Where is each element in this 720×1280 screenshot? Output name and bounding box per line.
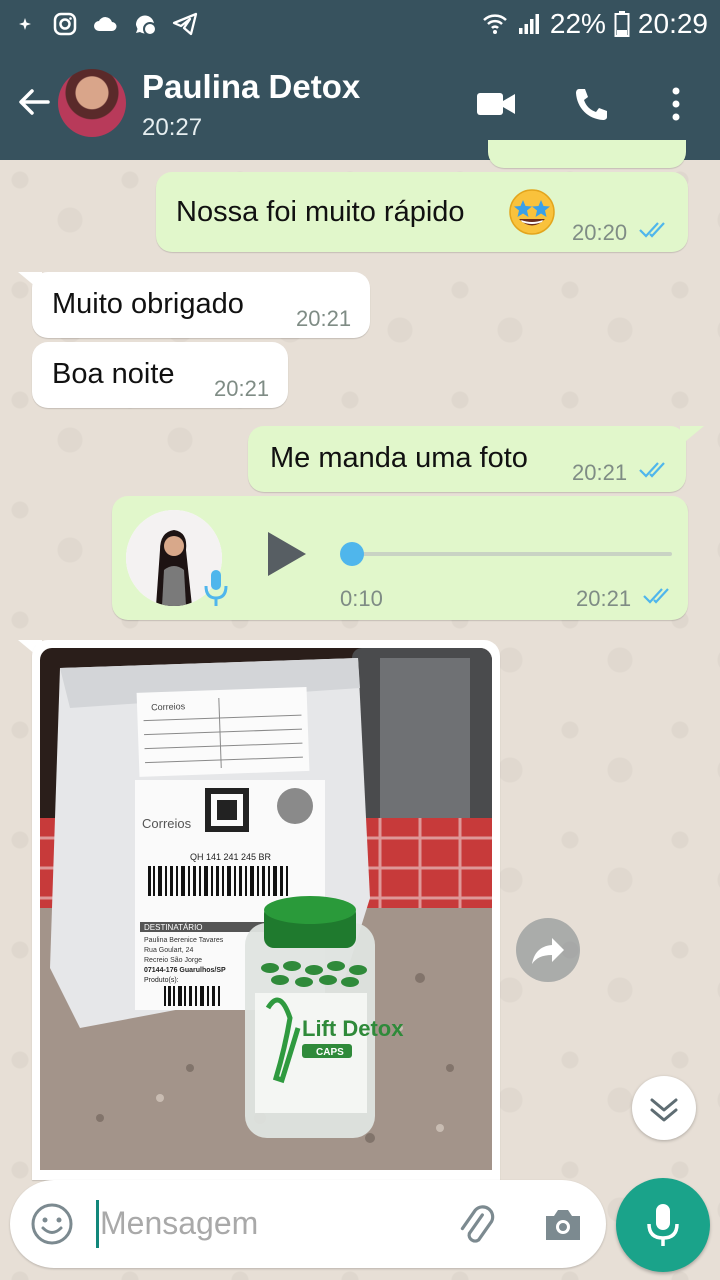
message-time: 20:21 [576, 586, 632, 611]
voice-duration: 0:10 [340, 586, 383, 611]
contact-name[interactable]: Paulina Detox [142, 68, 360, 106]
message-time: 20:21 [296, 306, 352, 331]
cloud-icon [94, 17, 117, 31]
signal-icon [518, 14, 539, 34]
image-message-bubble[interactable]: Correios Correios QH 141 241 245 BR DEST… [32, 640, 500, 1180]
message-bubble[interactable]: Me manda uma foto 20:21 [248, 426, 686, 492]
notification-icons [12, 8, 198, 40]
emoji-icon[interactable] [30, 1202, 74, 1246]
read-ticks-icon [639, 222, 665, 238]
scroll-to-bottom-button[interactable] [632, 1076, 696, 1140]
recipient-cep-city: 07144-176 Guarulhos/SP [144, 967, 226, 974]
status-bar: 22% 20:29 [0, 0, 720, 48]
bottle-sub: CAPS [316, 1047, 344, 1058]
read-ticks-icon [643, 588, 669, 604]
previous-message-bubble[interactable] [488, 140, 686, 168]
recipient-address-2: Recreio São Jorge [144, 957, 202, 964]
battery-icon [614, 11, 630, 37]
message-time: 20:21 [572, 460, 628, 485]
voice-record-button[interactable] [616, 1178, 710, 1272]
system-status: 22% 20:29 [482, 4, 708, 44]
whatsapp-business-icon [135, 15, 157, 36]
label-logo-small: Correios [151, 701, 186, 712]
star-struck-emoji [509, 189, 555, 235]
recipient-address-1: Rua Goulart, 24 [144, 947, 194, 954]
double-chevron-down-icon [650, 1098, 678, 1122]
forward-icon [532, 938, 564, 964]
text-cursor [96, 1200, 99, 1248]
voice-message-bubble[interactable]: 0:10 20:21 [112, 496, 688, 620]
message-input[interactable]: Mensagem [100, 1205, 258, 1242]
bubble-tail [18, 272, 42, 292]
clock: 20:29 [637, 8, 708, 39]
more-vert-icon[interactable] [654, 84, 698, 124]
mic-icon [204, 570, 228, 606]
message-text: Nossa foi muito rápido [176, 196, 465, 228]
battery-percent: 22% [549, 8, 606, 39]
message-time: 20:21 [214, 376, 270, 401]
voice-progress-track[interactable] [350, 552, 672, 556]
bottle-brand: Lift Detox [302, 1016, 404, 1041]
play-button[interactable] [264, 530, 308, 578]
read-ticks-icon [639, 462, 665, 478]
telegram-icon [172, 12, 198, 36]
back-arrow-icon[interactable] [14, 82, 54, 122]
instagram-icon [53, 12, 77, 36]
bubble-tail [680, 426, 704, 446]
wifi-icon [483, 14, 507, 34]
video-call-icon[interactable] [474, 84, 518, 124]
label-logo: Correios [142, 816, 192, 831]
message-text: Boa noite [52, 358, 175, 390]
last-seen: 20:27 [142, 114, 203, 141]
attach-icon[interactable] [454, 1202, 500, 1248]
message-bubble[interactable]: Nossa foi muito rápido 20:20 [156, 172, 688, 252]
message-text: Muito obrigado [52, 288, 244, 320]
recipient-header: DESTINATÁRIO [144, 923, 203, 932]
phone-icon[interactable] [570, 84, 614, 124]
recipient-name: Paulina Berenice Tavares [144, 937, 224, 944]
message-bubble[interactable]: Muito obrigado 20:21 [32, 272, 370, 338]
shared-photo[interactable]: Correios Correios QH 141 241 245 BR DEST… [40, 648, 492, 1170]
message-text: Me manda uma foto [270, 442, 528, 474]
tracking-code: QH 141 241 245 BR [190, 852, 272, 862]
camera-icon[interactable] [540, 1202, 586, 1248]
product-label: Produto(s): [144, 977, 179, 984]
message-time: 20:20 [572, 220, 628, 245]
contact-avatar[interactable] [58, 69, 126, 137]
voice-progress-thumb[interactable] [340, 542, 364, 566]
message-bubble[interactable]: Boa noite 20:21 [32, 342, 288, 408]
sparkle-icon [19, 18, 31, 30]
forward-button[interactable] [516, 918, 580, 982]
message-composer: Mensagem [10, 1180, 606, 1268]
mic-icon [647, 1204, 679, 1246]
